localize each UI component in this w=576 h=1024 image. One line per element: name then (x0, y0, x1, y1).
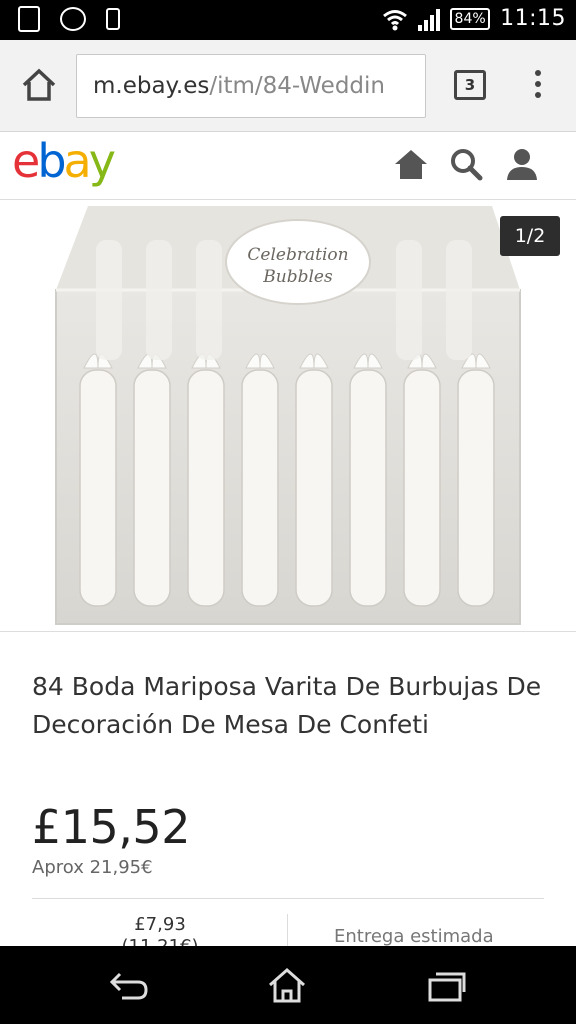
tab-switcher-button[interactable]: 3 (454, 70, 486, 100)
delivery-label: Entrega estimada (334, 926, 494, 947)
status-bar: 84% 11:15 (0, 0, 576, 40)
product-image[interactable]: Celebration Bubbles 1/2 (0, 200, 576, 632)
product-title: 84 Boda Mariposa Varita De Burbujas De D… (32, 672, 542, 739)
usb-notification-icon (106, 8, 120, 30)
back-icon[interactable] (108, 966, 150, 1004)
ebay-logo[interactable]: ebay (12, 134, 116, 188)
browser-toolbar: m.ebay.es/itm/84-Weddin 3 (0, 40, 576, 132)
divider (32, 898, 544, 899)
battery-indicator: 84% (450, 7, 491, 30)
box-label-line1: Celebration (247, 245, 348, 265)
home-icon[interactable] (20, 66, 58, 104)
home-nav-icon[interactable] (266, 966, 308, 1004)
system-nav-bar (0, 946, 576, 1024)
wifi-icon (383, 9, 408, 30)
signal-icon (418, 7, 441, 31)
address-bar[interactable]: m.ebay.es/itm/84-Weddin (76, 54, 426, 118)
status-clock: 11:15 (500, 6, 566, 31)
search-icon[interactable] (448, 146, 484, 182)
download-notification-icon (18, 6, 40, 32)
image-counter: 1/2 (500, 216, 560, 256)
approx-price: Aprox 21,95€ (32, 857, 153, 878)
music-notification-icon (60, 7, 86, 31)
site-header: ebay (0, 132, 576, 200)
user-icon[interactable] (504, 146, 540, 182)
box-label-line2: Bubbles (262, 267, 333, 287)
product-photo: Celebration Bubbles (0, 200, 576, 631)
url-host: m.ebay.es (93, 73, 210, 99)
overflow-menu-icon[interactable] (530, 70, 546, 102)
url-path: /itm/84-Weddin (209, 73, 385, 99)
home-icon[interactable] (393, 146, 429, 182)
recent-apps-icon[interactable] (426, 966, 468, 1004)
shipping-cost: £7,93 (134, 914, 186, 935)
product-price: £15,52 (32, 800, 190, 854)
